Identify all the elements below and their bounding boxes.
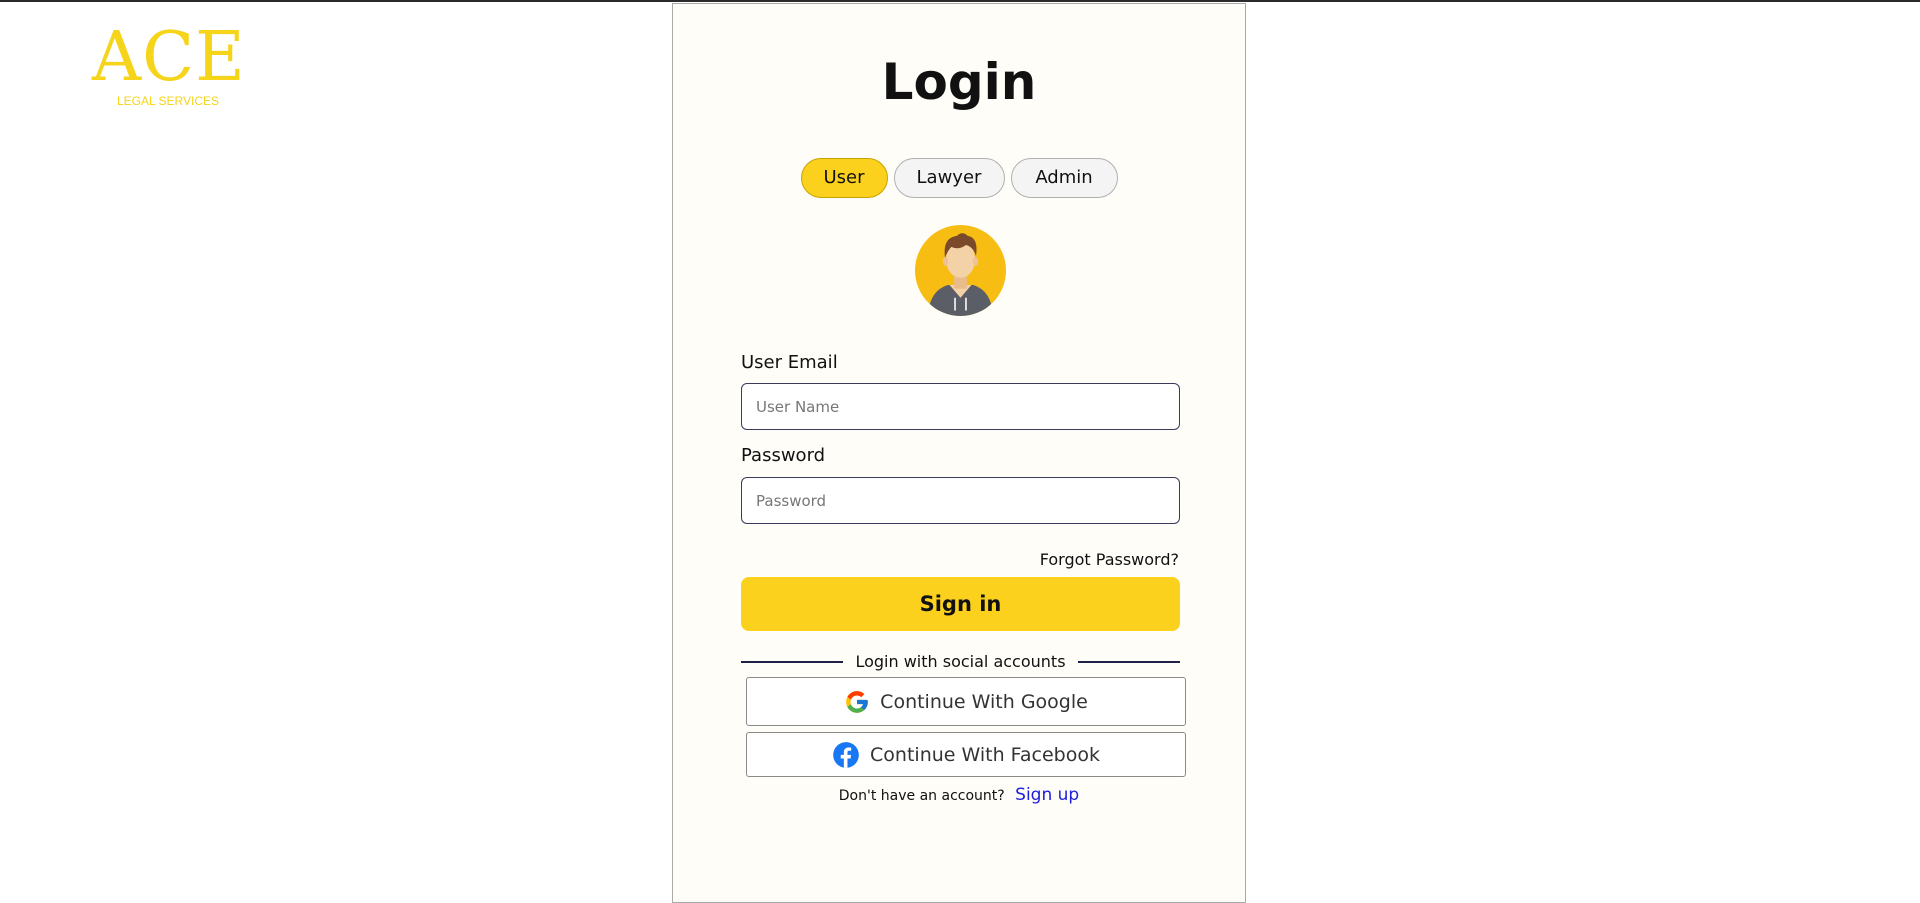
signup-row: Don't have an account? Sign up xyxy=(673,784,1245,807)
password-label: Password xyxy=(741,445,826,466)
role-selector: User Lawyer Admin xyxy=(673,158,1245,198)
facebook-login-label: Continue With Facebook xyxy=(870,743,1100,766)
page-title: Login xyxy=(881,53,1037,111)
google-login-button[interactable]: Continue With Google xyxy=(746,677,1186,726)
password-field[interactable] xyxy=(741,477,1180,524)
login-card: Login User Lawyer Admin User Email Passw… xyxy=(672,3,1246,903)
no-account-text: Don't have an account? xyxy=(838,788,1005,804)
logo-title: ACE xyxy=(92,18,246,97)
divider-line-left xyxy=(741,661,843,663)
role-tab-admin[interactable]: Admin xyxy=(1010,158,1118,198)
social-divider: Login with social accounts xyxy=(741,651,1180,673)
facebook-login-button[interactable]: Continue With Facebook xyxy=(746,732,1186,777)
email-field[interactable] xyxy=(741,383,1180,430)
logo[interactable]: ACE LEGAL SERVICES xyxy=(92,18,246,109)
google-icon xyxy=(846,690,869,713)
social-divider-text: Login with social accounts xyxy=(855,652,1066,671)
sign-in-button[interactable]: Sign in xyxy=(741,577,1180,631)
role-tab-user[interactable]: User xyxy=(800,158,888,198)
email-label: User Email xyxy=(741,352,838,373)
divider-line-right xyxy=(1078,661,1180,663)
sign-up-link[interactable]: Sign up xyxy=(1015,785,1079,805)
top-border xyxy=(0,0,1920,2)
facebook-icon xyxy=(833,741,859,768)
google-login-label: Continue With Google xyxy=(880,690,1088,713)
user-avatar-icon xyxy=(915,225,1006,316)
role-tab-lawyer[interactable]: Lawyer xyxy=(893,158,1005,198)
forgot-password-link[interactable]: Forgot Password? xyxy=(1040,549,1179,571)
